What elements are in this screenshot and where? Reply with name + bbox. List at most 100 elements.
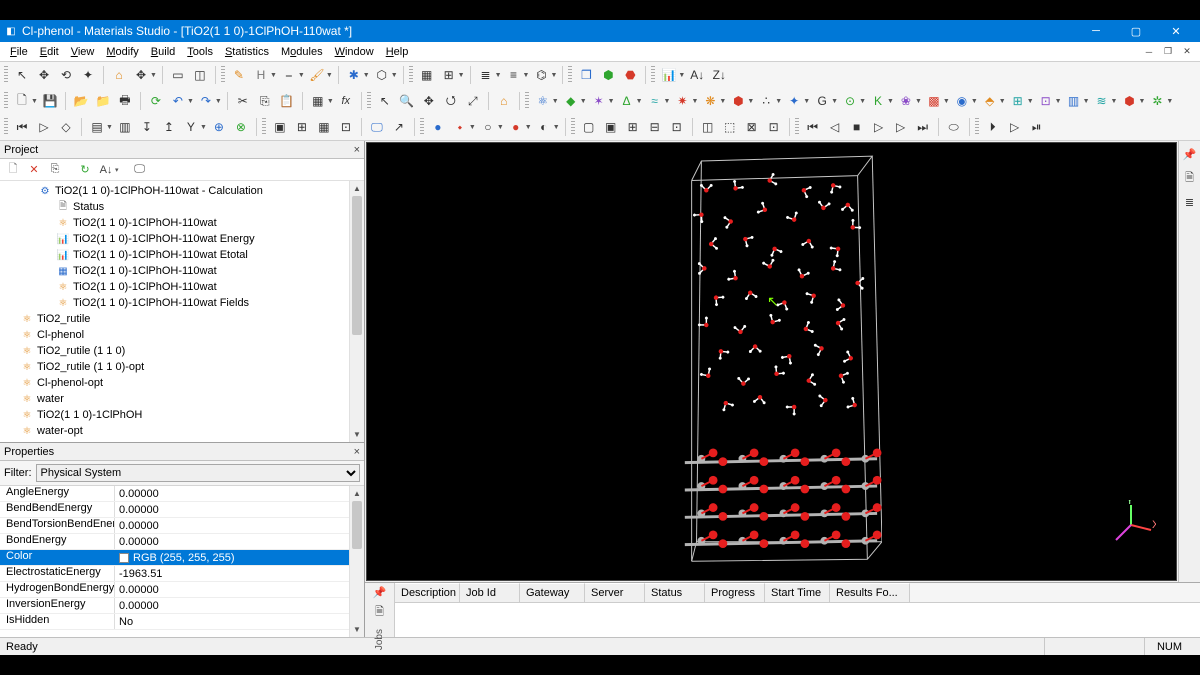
- job-column-header[interactable]: Server: [585, 583, 645, 602]
- sort-desc-icon[interactable]: Z↓: [709, 65, 729, 85]
- filter-icon[interactable]: Y: [181, 117, 201, 137]
- fx-icon[interactable]: fx: [336, 91, 356, 111]
- tree-item[interactable]: ⚙TiO2(1 1 0)-1ClPhOH-110wat - Calculatio…: [0, 183, 349, 199]
- mod-j-icon[interactable]: ✦: [784, 91, 804, 111]
- nav-play-icon[interactable]: ▷: [869, 117, 889, 137]
- toolbar-grip[interactable]: [262, 118, 266, 136]
- chart-icon[interactable]: 📊: [659, 65, 679, 85]
- tree-item[interactable]: ⚛TiO2_rutile (1 1 0): [0, 343, 349, 359]
- project-new-icon[interactable]: 🗋: [4, 161, 22, 179]
- copy-icon[interactable]: ⎘: [255, 91, 275, 111]
- menu-statistics[interactable]: Statistics: [219, 44, 275, 60]
- mdi-minimize-icon[interactable]: ─: [1140, 45, 1158, 59]
- properties-scrollbar[interactable]: ▲ ▼: [349, 486, 364, 637]
- tree-item[interactable]: 📊TiO2(1 1 0)-1ClPhOH-110wat Energy: [0, 231, 349, 247]
- mod-l-icon[interactable]: ⊙: [840, 91, 860, 111]
- module-3-icon[interactable]: ⬣: [620, 65, 640, 85]
- tree-item[interactable]: ⚛TiO2(1 1 0)-1ClPhOH-110wat Fields: [0, 295, 349, 311]
- toolbar-grip[interactable]: [568, 66, 572, 84]
- tree-item[interactable]: ⚛water: [0, 391, 349, 407]
- side-list-icon[interactable]: ≣: [1181, 193, 1199, 211]
- b9-icon[interactable]: ⊡: [764, 117, 784, 137]
- fragment-icon[interactable]: ✱: [344, 65, 364, 85]
- select-rect-icon[interactable]: ▭: [168, 65, 188, 85]
- tree-item[interactable]: 🗎Status: [0, 199, 349, 215]
- project-refresh-icon[interactable]: ↻: [76, 161, 94, 179]
- menu-window[interactable]: Window: [329, 44, 380, 60]
- tree-item[interactable]: ⚛TiO2(1 1 0)-1ClPhOH-110wat: [0, 439, 349, 442]
- menu-help[interactable]: Help: [380, 44, 415, 60]
- sort2-icon[interactable]: ↥: [159, 117, 179, 137]
- nav-icon[interactable]: ✥: [131, 65, 151, 85]
- toolbar-grip[interactable]: [795, 118, 799, 136]
- property-row[interactable]: BendBendEnergy0.00000: [0, 502, 349, 518]
- link2-icon[interactable]: ⊗: [231, 117, 251, 137]
- mod-q-icon[interactable]: ⬘: [980, 91, 1000, 111]
- property-value[interactable]: 0.00000: [115, 502, 349, 517]
- job-column-header[interactable]: Job Id: [460, 583, 520, 602]
- print-icon[interactable]: 🖶: [115, 91, 135, 111]
- cut-icon[interactable]: ✂: [233, 91, 253, 111]
- rec-icon[interactable]: ⬭: [944, 117, 964, 137]
- mod-e-icon[interactable]: ≈: [645, 91, 665, 111]
- b5-icon[interactable]: ⊡: [667, 117, 687, 137]
- menu-tools[interactable]: Tools: [181, 44, 219, 60]
- toolbar-grip[interactable]: [651, 66, 655, 84]
- home2-icon[interactable]: ⌂: [494, 91, 514, 111]
- nav-last-icon[interactable]: ⏭: [913, 117, 933, 137]
- mod-m-icon[interactable]: K: [868, 91, 888, 111]
- project-view-icon[interactable]: 🖵: [131, 161, 149, 179]
- mod-d-icon[interactable]: Δ: [617, 91, 637, 111]
- job-column-header[interactable]: Description: [395, 583, 460, 602]
- tree-item[interactable]: 📊TiO2(1 1 0)-1ClPhOH-110wat Etotal: [0, 247, 349, 263]
- property-value[interactable]: 0.00000: [115, 598, 349, 613]
- zoom2-icon[interactable]: 🔍: [397, 91, 417, 111]
- tree-item[interactable]: ⚛Cl-phenol: [0, 327, 349, 343]
- toolbar-grip[interactable]: [367, 92, 371, 110]
- orbit-icon[interactable]: ⭯: [441, 91, 461, 111]
- list-icon[interactable]: ≣: [476, 65, 496, 85]
- toolbar-grip[interactable]: [4, 66, 8, 84]
- toolbar-grip[interactable]: [525, 92, 529, 110]
- pencil-icon[interactable]: ✎: [229, 65, 249, 85]
- property-row[interactable]: IsHiddenNo: [0, 614, 349, 630]
- side-pushpin-icon[interactable]: 📌: [1181, 145, 1199, 163]
- mod-p-icon[interactable]: ◉: [952, 91, 972, 111]
- screen-icon[interactable]: 🖵: [367, 117, 387, 137]
- mod-k-icon[interactable]: G: [812, 91, 832, 111]
- mod-s-icon[interactable]: ⊡: [1036, 91, 1056, 111]
- table-icon[interactable]: ▦: [308, 91, 328, 111]
- property-row[interactable]: InversionEnergy0.00000: [0, 598, 349, 614]
- paste-icon[interactable]: 📋: [277, 91, 297, 111]
- tree-item[interactable]: ⚛TiO2(1 1 0)-1ClPhOH-110wat: [0, 279, 349, 295]
- project-panel-close-icon[interactable]: ×: [354, 144, 360, 156]
- cursor2-icon[interactable]: ↖: [375, 91, 395, 111]
- property-row[interactable]: BendTorsionBendEnergy0.00000: [0, 518, 349, 534]
- first-icon[interactable]: ⏮: [12, 117, 32, 137]
- toolbar-grip[interactable]: [221, 66, 225, 84]
- refresh-icon[interactable]: ⟳: [146, 91, 166, 111]
- mod-f-icon[interactable]: ✷: [672, 91, 692, 111]
- side-doc-icon[interactable]: 🗎: [1181, 169, 1199, 187]
- close-button[interactable]: ✕: [1156, 20, 1196, 42]
- new-icon[interactable]: 🗋: [12, 91, 32, 111]
- sort-asc-icon[interactable]: A↓: [687, 65, 707, 85]
- ring-icon[interactable]: ⬡: [372, 65, 392, 85]
- tree-item[interactable]: ⚛TiO2(1 1 0)-1ClPhOH: [0, 407, 349, 423]
- align-icon[interactable]: ≡: [504, 65, 524, 85]
- zoom-icon[interactable]: ✦: [78, 65, 98, 85]
- mod-o-icon[interactable]: ▩: [924, 91, 944, 111]
- jobs-list[interactable]: [395, 603, 1200, 637]
- sort1-icon[interactable]: ↧: [137, 117, 157, 137]
- export-icon[interactable]: ↗: [389, 117, 409, 137]
- skip3-icon[interactable]: ⏯: [1027, 117, 1047, 137]
- property-row[interactable]: ColorRGB (255, 255, 255): [0, 550, 349, 566]
- atom1-icon[interactable]: ●: [428, 117, 448, 137]
- folder-open-icon[interactable]: 📂: [71, 91, 91, 111]
- mod-a-icon[interactable]: ⚛: [533, 91, 553, 111]
- tree-item[interactable]: ⚛TiO2_rutile: [0, 311, 349, 327]
- cell-icon[interactable]: ⊞: [439, 65, 459, 85]
- mod-c-icon[interactable]: ✶: [589, 91, 609, 111]
- property-row[interactable]: BondEnergy0.00000: [0, 534, 349, 550]
- maximize-button[interactable]: ▢: [1116, 20, 1156, 42]
